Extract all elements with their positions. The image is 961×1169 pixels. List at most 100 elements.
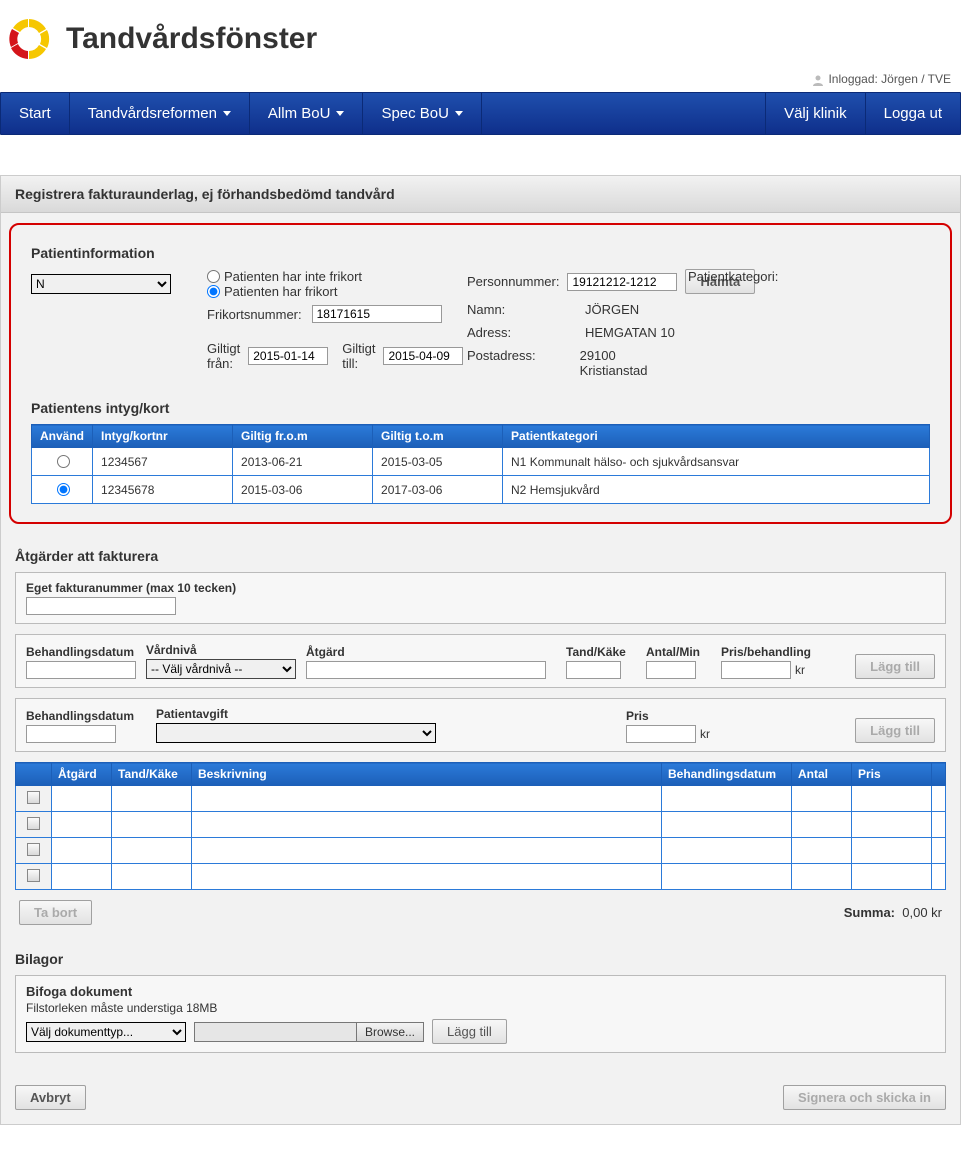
radio-no-frikort[interactable]: Patienten har inte frikort: [207, 269, 362, 284]
remove-button[interactable]: Ta bort: [19, 900, 92, 925]
giltigt-fran-input[interactable]: [248, 347, 328, 365]
section-title-atgarder: Åtgärder att fakturera: [15, 544, 946, 572]
behandlingsdatum2-input[interactable]: [26, 725, 116, 743]
nav-start[interactable]: Start: [1, 93, 70, 134]
label-adress: Adress:: [467, 325, 577, 340]
label-faktnr: Eget fakturanummer (max 10 tecken): [26, 581, 935, 595]
label-pris1: Pris/behandling: [721, 645, 841, 659]
th-kat: Patientkategori: [503, 425, 930, 448]
summa-label: Summa:: [844, 905, 895, 920]
footer: Avbryt Signera och skicka in: [1, 1071, 960, 1124]
section-bilagor: Bilagor Bifoga dokument Filstorleken mås…: [1, 937, 960, 1071]
add-atgard1-button[interactable]: Lägg till: [855, 654, 935, 679]
label-vardniva: Vårdnivå: [146, 643, 296, 657]
highlight-region: Patientinformation Personnummer: Hämta P…: [9, 223, 952, 524]
row-checkbox[interactable]: [27, 869, 40, 882]
section-patientinfo: Patientinformation Personnummer: Hämta P…: [17, 231, 944, 386]
label-size-note: Filstorleken måste understiga 18MB: [26, 1001, 935, 1015]
nav-logga-ut[interactable]: Logga ut: [865, 93, 960, 134]
label-atgard1: Åtgärd: [306, 645, 556, 659]
section-atgarder: Åtgärder att fakturera Eget fakturanumme…: [1, 534, 960, 937]
app-logo-icon: [6, 16, 52, 62]
file-input[interactable]: Browse...: [194, 1022, 424, 1042]
nav-valj-klinik[interactable]: Välj klinik: [765, 93, 865, 134]
header: Tandvårdsfönster: [0, 0, 961, 72]
chevron-down-icon: [223, 111, 231, 116]
item-row: [16, 812, 946, 838]
intyg-table: Använd Intyg/kortnr Giltig fr.o.m Giltig…: [31, 424, 930, 504]
vardniva-select[interactable]: -- Välj vårdnivå --: [146, 659, 296, 679]
intyg-row: 1234567 2013-06-21 2015-03-05 N1 Kommuna…: [32, 448, 930, 476]
label-personnummer: Personnummer:: [467, 274, 559, 289]
section-title-intyg: Patientens intyg/kort: [31, 396, 930, 424]
label-patientavgift: Patientavgift: [156, 707, 456, 721]
value-postadress: 29100 Kristianstad: [580, 348, 682, 378]
main-panel: Registrera fakturaunderlag, ej förhandsb…: [0, 175, 961, 1125]
section-title-bilagor: Bilagor: [15, 947, 946, 975]
chevron-down-icon: [455, 111, 463, 116]
intyg-row: 12345678 2015-03-06 2017-03-06 N2 Hemsju…: [32, 476, 930, 504]
intyg-radio-1[interactable]: [57, 483, 70, 496]
nav-allm-bou[interactable]: Allm BoU: [250, 93, 364, 134]
item-row: [16, 838, 946, 864]
th-from: Giltig fr.o.m: [233, 425, 373, 448]
row-checkbox[interactable]: [27, 843, 40, 856]
main-nav: Start Tandvårdsreformen Allm BoU Spec Bo…: [0, 92, 961, 135]
label-pris2: Pris: [626, 709, 746, 723]
antalmin-input[interactable]: [646, 661, 696, 679]
label-bifoga: Bifoga dokument: [26, 984, 935, 999]
patientavgift-select[interactable]: [156, 723, 436, 743]
th-anvand: Använd: [32, 425, 93, 448]
browse-button[interactable]: Browse...: [356, 1023, 423, 1041]
row-checkbox[interactable]: [27, 791, 40, 804]
faktnr-input[interactable]: [26, 597, 176, 615]
th-tom: Giltig t.o.m: [373, 425, 503, 448]
summa-value: 0,00 kr: [902, 905, 942, 920]
value-namn: JÖRGEN: [585, 302, 639, 317]
signera-button[interactable]: Signera och skicka in: [783, 1085, 946, 1110]
avbryt-button[interactable]: Avbryt: [15, 1085, 86, 1110]
label-tandkake: Tand/Käke: [566, 645, 636, 659]
pris1-input[interactable]: [721, 661, 791, 679]
user-icon: [812, 74, 824, 86]
nav-spec-bou[interactable]: Spec BoU: [363, 93, 482, 134]
intyg-radio-0[interactable]: [57, 455, 70, 468]
faktnr-box: Eget fakturanummer (max 10 tecken): [15, 572, 946, 624]
row-checkbox[interactable]: [27, 817, 40, 830]
nav-reformen[interactable]: Tandvårdsreformen: [70, 93, 250, 134]
label-antalmin: Antal/Min: [646, 645, 711, 659]
giltigt-till-input[interactable]: [383, 347, 463, 365]
label-patientkategori: Patientkategori:: [688, 269, 778, 284]
add-bilaga-button[interactable]: Lägg till: [432, 1019, 507, 1044]
frikortsnummer-input[interactable]: [312, 305, 442, 323]
behandlingsdatum1-input[interactable]: [26, 661, 136, 679]
app-title: Tandvårdsfönster: [66, 22, 317, 56]
item-row: [16, 786, 946, 812]
value-adress: HEMGATAN 10: [585, 325, 675, 340]
radio-has-frikort[interactable]: Patienten har frikort: [207, 284, 362, 299]
atgard-items-table: Åtgärd Tand/Käke Beskrivning Behandlings…: [15, 762, 946, 890]
atgard-row1-box: Behandlingsdatum Vårdnivå -- Välj vårdni…: [15, 634, 946, 688]
section-title-patientinfo: Patientinformation: [31, 241, 930, 269]
label-behandlingsdatum1: Behandlingsdatum: [26, 645, 136, 659]
tandkake-input[interactable]: [566, 661, 621, 679]
label-behandlingsdatum2: Behandlingsdatum: [26, 709, 146, 723]
section-intyg: Patientens intyg/kort Använd Intyg/kortn…: [17, 386, 944, 512]
atgard1-input[interactable]: [306, 661, 546, 679]
add-atgard2-button[interactable]: Lägg till: [855, 718, 935, 743]
label-frikortsnummer: Frikortsnummer:: [207, 307, 302, 322]
label-giltigt-fran: Giltigt från:: [207, 341, 240, 371]
bilagor-box: Bifoga dokument Filstorleken måste under…: [15, 975, 946, 1053]
chevron-down-icon: [336, 111, 344, 116]
item-row: [16, 864, 946, 890]
personnummer-input[interactable]: [567, 273, 677, 291]
pris2-input[interactable]: [626, 725, 696, 743]
label-postadress: Postadress:: [467, 348, 572, 378]
login-status: Inloggad: Jörgen / TVE: [0, 72, 961, 92]
panel-title: Registrera fakturaunderlag, ej förhandsb…: [1, 176, 960, 213]
doc-type-select[interactable]: Välj dokumenttyp...: [26, 1022, 186, 1042]
label-namn: Namn:: [467, 302, 577, 317]
atgard-row2-box: Behandlingsdatum Patientavgift Pris kr: [15, 698, 946, 752]
patientkategori-select[interactable]: N: [31, 274, 171, 294]
label-giltigt-till: Giltigt till:: [342, 341, 375, 371]
